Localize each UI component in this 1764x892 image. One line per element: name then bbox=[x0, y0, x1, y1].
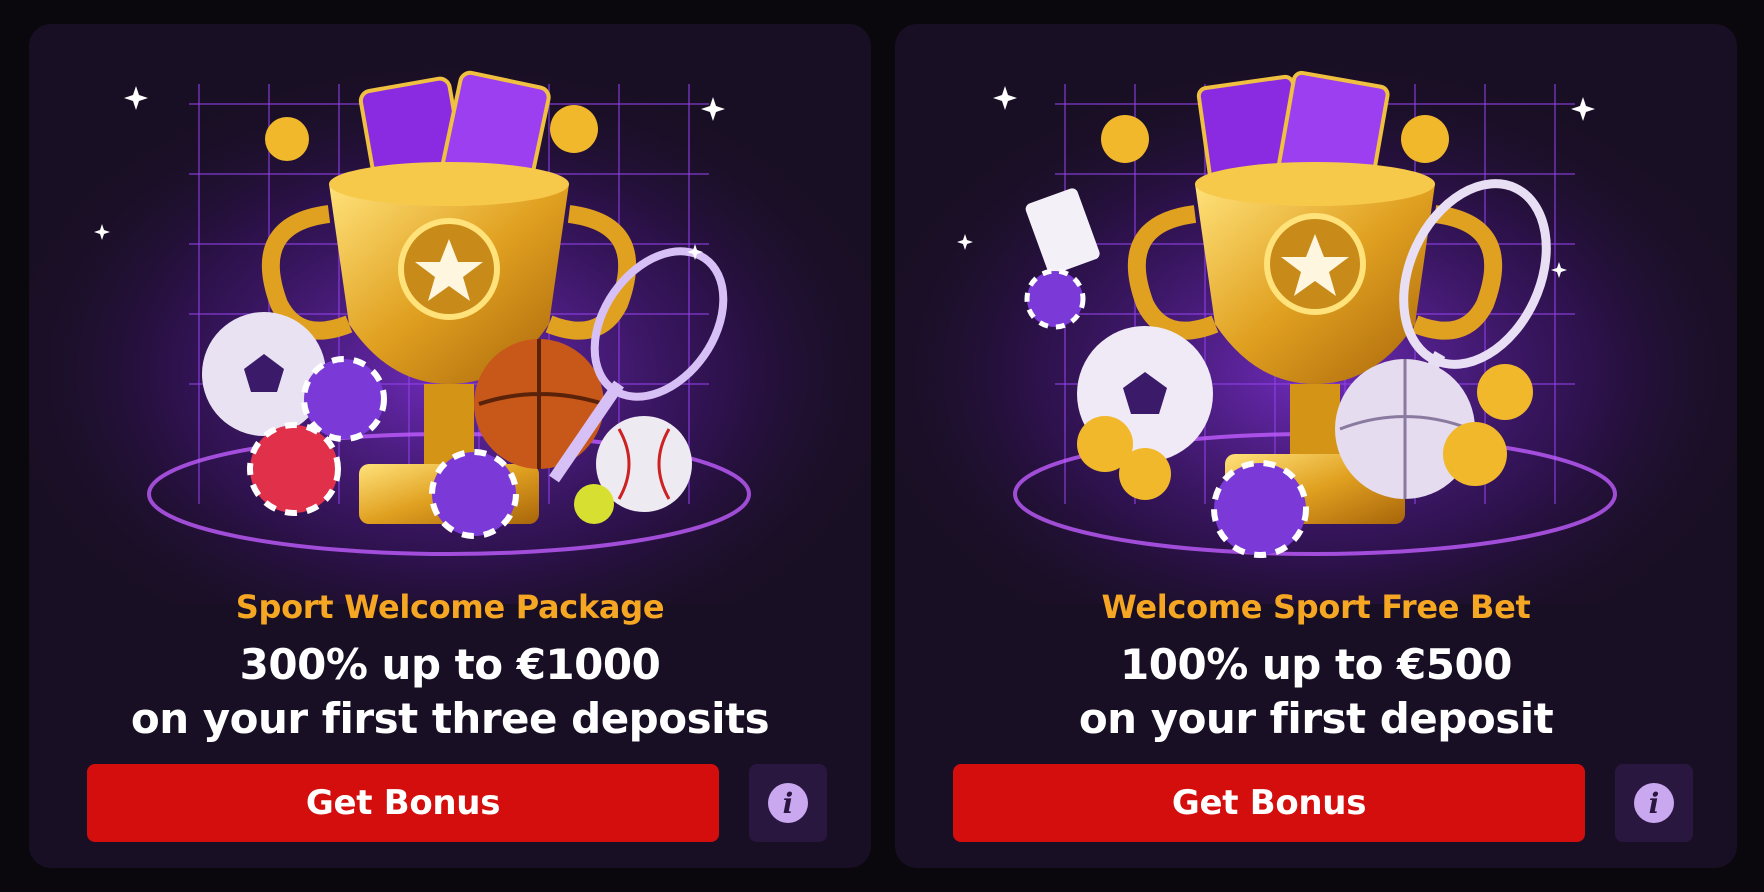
bonus-card-free-bet: Welcome Sport Free Bet 100% up to €500 o… bbox=[895, 24, 1737, 868]
bonus-card-sport-welcome: Sport Welcome Package 300% up to €1000 o… bbox=[29, 24, 871, 868]
offer-headline-condition: on your first three deposits bbox=[130, 694, 770, 743]
info-icon: i bbox=[768, 783, 808, 823]
trophy-sports-illustration bbox=[29, 24, 871, 604]
offer-subtitle: Welcome Sport Free Bet bbox=[1101, 588, 1531, 626]
offer-headline-condition: on your first deposit bbox=[1078, 694, 1554, 743]
trophy-sports-illustration bbox=[895, 24, 1737, 604]
info-icon: i bbox=[1634, 783, 1674, 823]
offer-headline-amount: 300% up to €1000 bbox=[239, 640, 661, 689]
trophy-illustration-svg bbox=[29, 24, 871, 604]
get-bonus-button[interactable]: Get Bonus bbox=[87, 764, 719, 842]
trophy-illustration-svg bbox=[895, 24, 1737, 604]
get-bonus-button[interactable]: Get Bonus bbox=[953, 764, 1585, 842]
info-button[interactable]: i bbox=[1615, 764, 1693, 842]
offer-headline-amount: 100% up to €500 bbox=[1120, 640, 1512, 689]
info-button[interactable]: i bbox=[749, 764, 827, 842]
offer-headline: 100% up to €500 on your first deposit bbox=[895, 638, 1737, 746]
offer-subtitle: Sport Welcome Package bbox=[235, 588, 665, 626]
offer-headline: 300% up to €1000 on your first three dep… bbox=[29, 638, 871, 746]
